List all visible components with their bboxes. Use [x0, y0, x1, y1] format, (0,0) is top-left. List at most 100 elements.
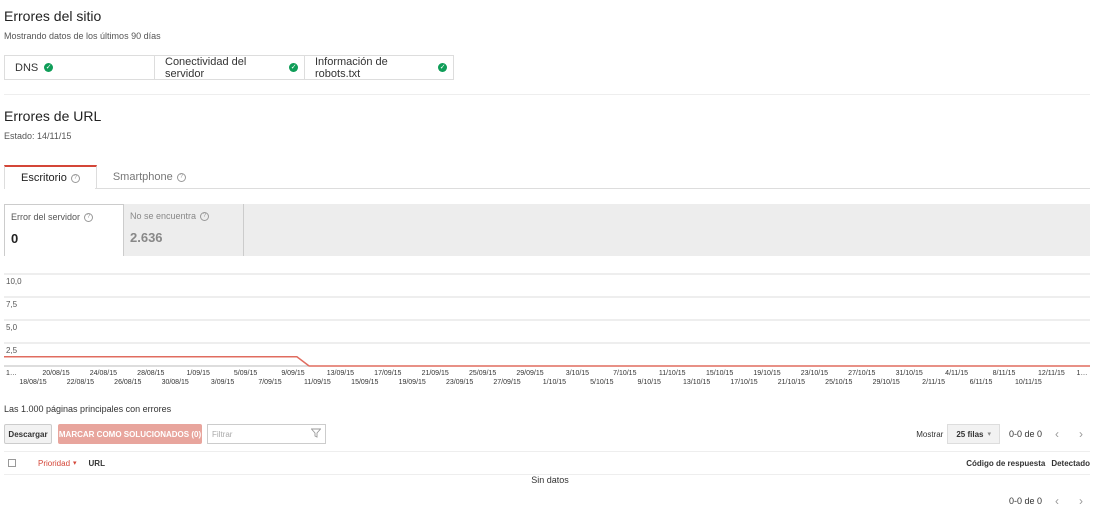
column-url[interactable]: URL	[89, 459, 105, 468]
x-tick-label: 13/09/15	[327, 370, 354, 377]
table-header: Prioridad ▾ URL Código de respuesta Dete…	[4, 451, 1090, 475]
x-tick-label: 11/09/15	[304, 379, 331, 386]
column-response-code[interactable]: Código de respuesta	[966, 459, 1045, 468]
errors-chart: 10,0 7,5 5,0 2,5 1… 20/08/15 24/08/15 28/08/15 1…	[4, 273, 1090, 386]
filter-input[interactable]: Filtrar	[207, 424, 326, 444]
help-icon[interactable]: ?	[70, 173, 80, 183]
sort-down-icon: ▾	[73, 460, 77, 467]
filter-placeholder: Filtrar	[212, 429, 233, 439]
site-errors-subtitle: Mostrando datos de los últimos 90 días	[4, 31, 161, 41]
section-divider	[4, 94, 1090, 95]
table-title: Las 1.000 páginas principales con errore…	[4, 404, 172, 414]
x-tick-label: 27/10/15	[848, 370, 875, 377]
metric-server-error-label: Error del servidor	[11, 212, 81, 222]
metric-server-error[interactable]: Error del servidor ? 0	[4, 204, 124, 256]
robots-label: Información de robots.txt	[315, 55, 388, 80]
filter-icon[interactable]	[311, 428, 321, 438]
pagination-label: 0-0 de 0	[1008, 496, 1042, 506]
tab-desktop-label: Escritorio	[21, 172, 67, 184]
chevron-left-icon[interactable]: ‹	[1048, 492, 1066, 510]
x-tick-label: 15/10/15	[706, 370, 733, 377]
site-status-box: DNS ✓ Conectividad del servidor ✓ Inform…	[4, 55, 454, 80]
x-tick-label: 1/09/15	[187, 370, 210, 377]
x-tick-label: 24/08/15	[90, 370, 117, 377]
x-tick-label: 5/09/15	[234, 370, 257, 377]
x-tick-label: 23/10/15	[801, 370, 828, 377]
metric-not-found-value: 2.636	[130, 230, 163, 245]
x-tick-label: 29/10/15	[873, 379, 900, 386]
tab-smartphone-label: Smartphone	[112, 171, 173, 183]
download-button[interactable]: Descargar	[4, 424, 52, 444]
x-tick-label: 15/09/15	[351, 379, 378, 386]
x-tick-label: 6/11/15	[970, 379, 993, 386]
url-errors-title: Errores de URL	[4, 108, 102, 124]
check-icon: ✓	[438, 63, 447, 72]
y-tick-label: 7,5	[6, 300, 18, 309]
help-icon[interactable]: ?	[84, 212, 94, 222]
x-tick-label: 4/11/15	[945, 370, 968, 377]
chevron-right-icon[interactable]: ›	[1072, 492, 1090, 510]
y-tick-label: 10,0	[6, 277, 22, 286]
x-tick-label: 3/09/15	[211, 379, 234, 386]
tab-smartphone[interactable]: Smartphone ?	[97, 165, 202, 189]
x-tick-label: 26/08/15	[114, 379, 141, 386]
x-tick-label: 2/11/15	[922, 379, 945, 386]
metric-not-found[interactable]: No se encuentra ? 2.636	[124, 204, 244, 256]
x-tick-label: 1…	[1077, 370, 1088, 377]
rows-per-page-select[interactable]: 25 filas ▾	[947, 424, 1000, 444]
server-connectivity-label: Conectividad del servidor	[165, 55, 247, 80]
pagination-label: 0-0 de 0	[1008, 429, 1042, 439]
x-tick-label: 17/09/15	[374, 370, 401, 377]
empty-table-message: Sin datos	[531, 475, 569, 485]
column-priority-label: Prioridad	[38, 458, 71, 468]
metric-not-found-label: No se encuentra	[130, 211, 197, 221]
x-tick-label: 27/09/15	[493, 379, 520, 386]
column-priority[interactable]: Prioridad ▾	[38, 459, 77, 468]
x-tick-label: 18/08/15	[19, 379, 46, 386]
x-tick-label: 25/10/15	[825, 379, 852, 386]
server-connectivity-status[interactable]: Conectividad del servidor ✓	[155, 55, 305, 80]
x-tick-label: 10/11/15	[1015, 379, 1042, 386]
select-all-checkbox[interactable]	[8, 459, 16, 467]
x-tick-label: 1…	[6, 370, 17, 377]
x-tick-label: 23/09/15	[446, 379, 473, 386]
x-tick-label: 19/10/15	[753, 370, 780, 377]
metric-server-error-value: 0	[11, 231, 19, 246]
check-icon: ✓	[289, 63, 298, 72]
x-tick-label: 9/10/15	[638, 379, 661, 386]
x-tick-label: 19/09/15	[399, 379, 426, 386]
pagination-top: 0-0 de 0 ‹ ›	[1009, 425, 1090, 443]
x-tick-label: 8/11/15	[993, 370, 1016, 377]
x-tick-label: 1/10/15	[543, 379, 566, 386]
y-tick-label: 2,5	[6, 346, 18, 355]
x-tick-label: 21/09/15	[422, 370, 449, 377]
x-tick-label: 3/10/15	[566, 370, 589, 377]
check-icon: ✓	[44, 63, 54, 72]
robots-status[interactable]: Información de robots.txt ✓	[305, 55, 453, 80]
x-tick-label: 25/09/15	[469, 370, 496, 377]
dropdown-arrow-icon: ▾	[987, 431, 991, 438]
x-tick-label: 30/08/15	[162, 379, 189, 386]
chevron-right-icon[interactable]: ›	[1072, 425, 1090, 443]
x-tick-label: 21/10/15	[778, 379, 805, 386]
y-tick-label: 5,0	[6, 323, 18, 332]
url-errors-status: Estado: 14/11/15	[4, 131, 72, 141]
x-tick-label: 17/10/15	[730, 379, 757, 386]
error-metrics: Error del servidor ? 0 No se encuentra ?…	[4, 204, 1090, 256]
tab-underline	[95, 188, 1090, 189]
dns-status[interactable]: DNS ✓	[5, 56, 155, 79]
help-icon[interactable]: ?	[200, 211, 210, 221]
tab-desktop[interactable]: Escritorio ?	[4, 165, 97, 189]
help-icon[interactable]: ?	[176, 172, 186, 182]
column-detected[interactable]: Detectado	[1051, 459, 1090, 468]
x-tick-label: 13/10/15	[683, 379, 710, 386]
chevron-left-icon[interactable]: ‹	[1048, 425, 1066, 443]
show-label: Mostrar	[916, 429, 944, 439]
series-line	[4, 356, 1090, 367]
x-tick-label: 5/10/15	[590, 379, 613, 386]
x-tick-label: 29/09/15	[516, 370, 543, 377]
site-errors-title: Errores del sitio	[4, 8, 102, 24]
mark-fixed-button[interactable]: MARCAR COMO SOLUCIONADOS (0)	[58, 424, 202, 444]
x-tick-label: 31/10/15	[896, 370, 923, 377]
device-tabs: Escritorio ? Smartphone ?	[4, 165, 202, 189]
